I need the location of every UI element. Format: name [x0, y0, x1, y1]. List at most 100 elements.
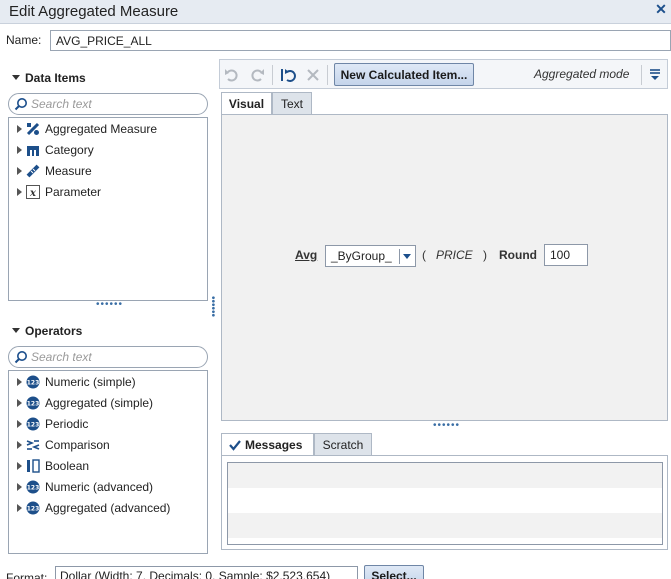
messages-list[interactable]	[227, 462, 663, 545]
splitter-handle[interactable]: ••••••	[96, 299, 123, 310]
expand-arrow-icon[interactable]	[17, 145, 22, 154]
delete-icon[interactable]	[304, 66, 322, 84]
svg-text:123: 123	[27, 484, 40, 491]
expand-arrow-icon[interactable]	[17, 124, 22, 133]
tree-item-label: Numeric (simple)	[45, 375, 136, 389]
tree-item-aggregated-measure[interactable]: Aggregated Measure	[9, 119, 207, 140]
expand-arrow-icon[interactable]	[17, 398, 22, 407]
tree-item-category[interactable]: Category	[9, 140, 207, 161]
svg-text:123: 123	[27, 400, 40, 407]
horizontal-splitter-handle[interactable]: ••••••	[433, 420, 460, 431]
undo-icon[interactable]	[223, 66, 241, 84]
expand-arrow-icon[interactable]	[17, 377, 22, 386]
search-icon	[14, 351, 27, 364]
window-title: Edit Aggregated Measure	[9, 3, 179, 20]
operators-tree[interactable]: 123 Numeric (simple) 123 Aggregated (simpl…	[8, 370, 208, 554]
svg-text:123: 123	[27, 421, 40, 428]
toolbar-separator	[641, 65, 642, 85]
svg-text:123: 123	[27, 379, 40, 386]
close-icon[interactable]: ✕	[654, 2, 668, 16]
boolean-icon	[26, 459, 40, 473]
tree-item-boolean[interactable]: Boolean	[9, 456, 207, 477]
select-format-button[interactable]: Select...	[364, 565, 424, 579]
tree-item-measure[interactable]: Measure	[9, 161, 207, 182]
editor-toolbar: New Calculated Item... Aggregated mode	[219, 59, 668, 89]
parameter-icon: x	[26, 184, 40, 199]
expand-arrow-icon[interactable]	[17, 187, 22, 196]
tree-item-label: Aggregated (simple)	[45, 396, 154, 410]
operators-search[interactable]	[8, 346, 208, 368]
menu-icon[interactable]	[648, 67, 662, 81]
collapse-triangle-icon	[12, 328, 20, 334]
name-label-row: Name:	[6, 33, 41, 47]
name-label: Name:	[6, 33, 42, 47]
vertical-splitter-handle[interactable]: ••••••	[207, 296, 218, 317]
operators-header[interactable]: Operators	[12, 324, 82, 338]
round-input[interactable]	[544, 244, 588, 266]
visual-editor-area[interactable]	[221, 114, 668, 421]
expand-arrow-icon[interactable]	[17, 419, 22, 428]
expand-arrow-icon[interactable]	[17, 440, 22, 449]
open-paren: (	[422, 248, 426, 262]
tree-item-parameter[interactable]: x Parameter	[9, 182, 207, 203]
tab-visual[interactable]: Visual	[221, 92, 272, 116]
redo-icon[interactable]	[248, 66, 266, 84]
dropdown-divider	[399, 249, 400, 264]
tab-text[interactable]: Text	[272, 92, 312, 115]
argument-price[interactable]: PRICE	[436, 248, 473, 262]
numeric-icon: 123	[26, 417, 40, 431]
tree-item-label: Boolean	[45, 459, 90, 473]
svg-text:x: x	[29, 188, 37, 199]
measure-icon	[26, 164, 40, 178]
numeric-icon: 123	[26, 480, 40, 494]
group-dropdown-value: _ByGroup_	[331, 249, 392, 263]
category-icon	[26, 143, 40, 157]
expand-arrow-icon[interactable]	[17, 166, 22, 175]
group-dropdown[interactable]: _ByGroup_	[325, 245, 416, 267]
format-label: Format:	[6, 571, 48, 579]
format-field[interactable]: Dollar (Width: 7, Decimals: 0, Sample: $…	[55, 566, 358, 579]
expand-arrow-icon[interactable]	[17, 461, 22, 470]
expand-arrow-icon[interactable]	[17, 482, 22, 491]
aggregation-function-link[interactable]: Avg	[295, 248, 317, 262]
tree-item-label: Category	[45, 143, 94, 157]
data-items-search[interactable]	[8, 93, 208, 115]
data-items-title: Data Items	[25, 71, 86, 85]
message-row	[228, 463, 662, 488]
tree-item-label: Periodic	[45, 417, 89, 431]
search-icon	[14, 98, 27, 111]
tab-scratch[interactable]: Scratch	[314, 433, 372, 456]
data-items-tree[interactable]: Aggregated Measure Category Measure x Par…	[8, 117, 208, 301]
title-bar: Edit Aggregated Measure ✕	[0, 0, 671, 24]
chevron-down-icon	[403, 254, 411, 259]
toolbar-separator	[272, 65, 273, 85]
numeric-icon: 123	[26, 396, 40, 410]
checkmark-icon	[229, 440, 241, 451]
operators-search-input[interactable]	[31, 349, 201, 365]
data-items-search-input[interactable]	[31, 96, 201, 112]
round-label: Round	[499, 248, 537, 262]
name-input[interactable]	[50, 30, 671, 51]
message-row	[228, 513, 662, 538]
data-items-header[interactable]: Data Items	[12, 71, 86, 85]
tree-item-label: Parameter	[45, 185, 102, 199]
expand-arrow-icon[interactable]	[17, 503, 22, 512]
tree-item-label: Aggregated Measure	[45, 122, 158, 136]
aggregated-measure-icon	[26, 122, 40, 136]
new-calculated-item-button[interactable]: New Calculated Item...	[334, 63, 474, 86]
svg-text:123: 123	[27, 505, 40, 512]
comparison-icon	[26, 438, 40, 452]
tree-item-numeric-simple[interactable]: 123 Numeric (simple)	[9, 372, 207, 393]
tree-item-aggregated-simple[interactable]: 123 Aggregated (simple)	[9, 393, 207, 414]
tree-item-periodic[interactable]: 123 Periodic	[9, 414, 207, 435]
tree-item-numeric-advanced[interactable]: 123 Numeric (advanced)	[9, 477, 207, 498]
tab-messages[interactable]: Messages	[221, 433, 314, 457]
tree-item-comparison[interactable]: Comparison	[9, 435, 207, 456]
tree-item-label: Comparison	[45, 438, 110, 452]
tree-item-aggregated-advanced[interactable]: 123 Aggregated (advanced)	[9, 498, 207, 519]
message-row	[228, 488, 662, 513]
collapse-triangle-icon	[12, 75, 20, 81]
reset-icon[interactable]	[279, 66, 297, 84]
tree-item-label: Aggregated (advanced)	[45, 501, 171, 515]
tree-item-label: Measure	[45, 164, 92, 178]
